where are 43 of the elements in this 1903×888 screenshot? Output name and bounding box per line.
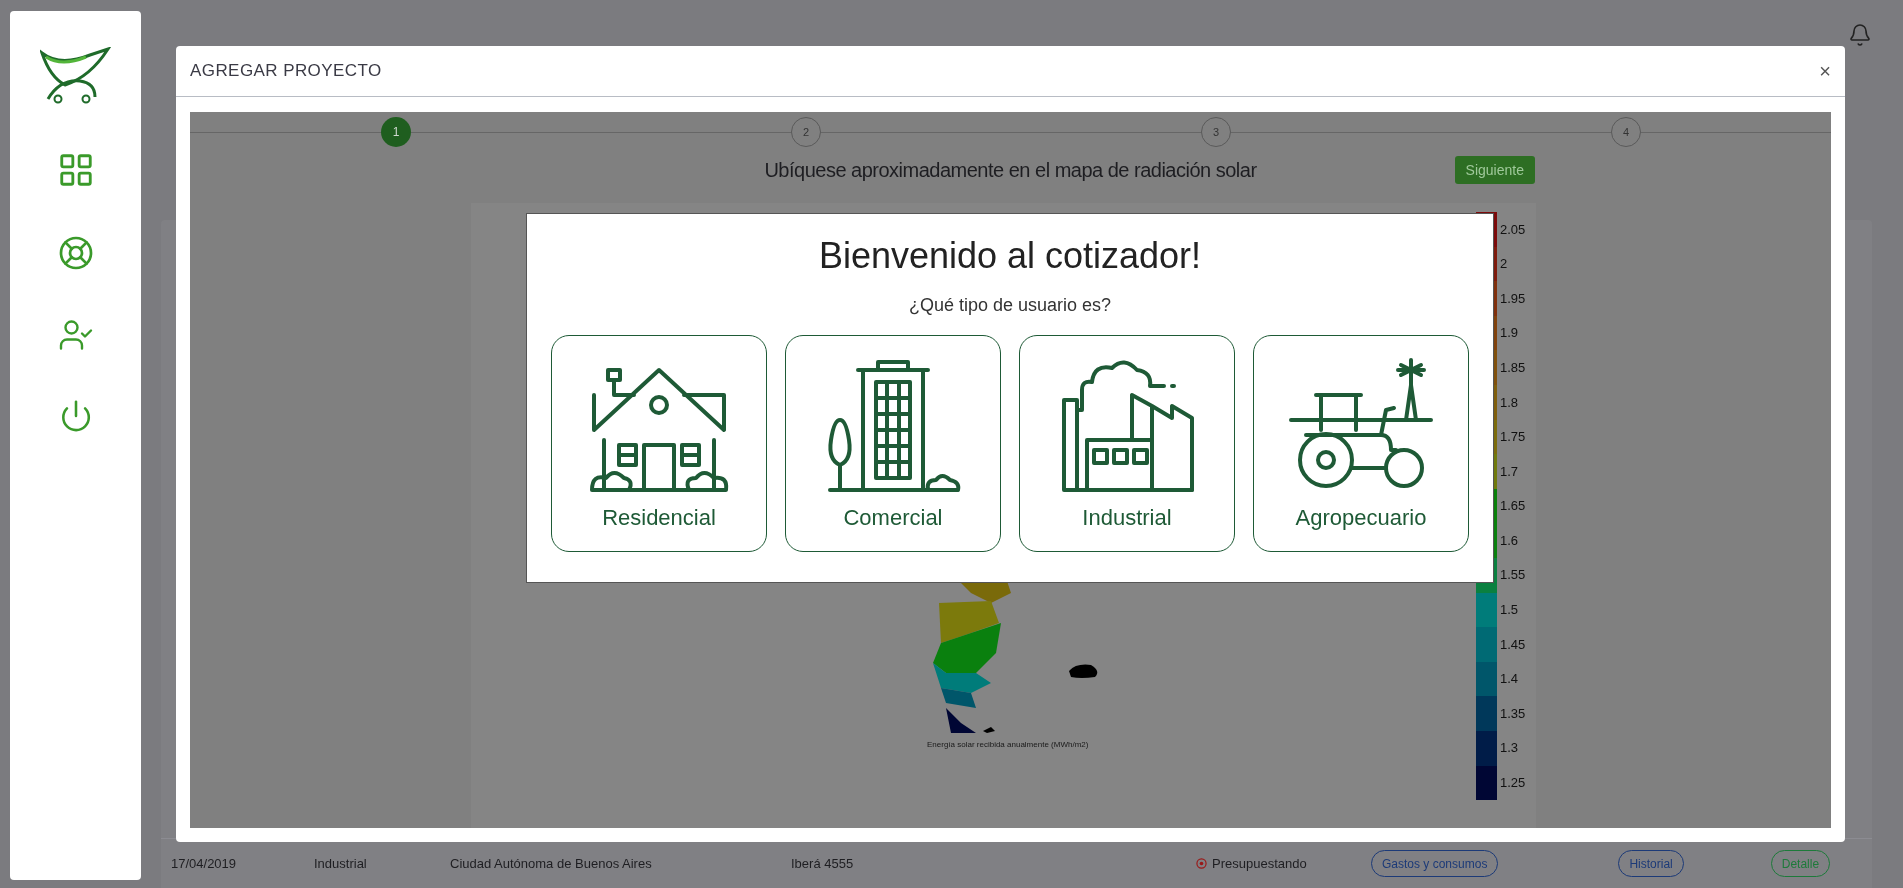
step-heading: Ubíquese aproximadamente en el mapa de radiación solar: [764, 158, 1257, 183]
legend-label: 1.6: [1500, 531, 1519, 550]
step-indicator[interactable]: 3: [1201, 117, 1231, 147]
status-text: Presupuestando: [1212, 854, 1307, 873]
legend-label: 1.7: [1500, 462, 1519, 481]
legend-label: 1.45: [1500, 635, 1526, 654]
next-button[interactable]: Siguiente: [1454, 156, 1535, 184]
legend-label: 2: [1500, 255, 1508, 274]
legend-label: 1.4: [1500, 670, 1519, 689]
table-cell: Iberá 4555: [791, 855, 854, 871]
user-check-icon[interactable]: [57, 317, 94, 353]
legend-label: 1.25: [1500, 774, 1526, 793]
legend-label: 1.75: [1500, 428, 1526, 447]
user-type-card[interactable]: Agropecuario: [1253, 335, 1469, 552]
user-type-card[interactable]: Residencial: [551, 335, 767, 552]
status-icon: [1196, 858, 1207, 869]
step-indicator[interactable]: 4: [1611, 117, 1641, 147]
table-cell: Ciudad Autónoma de Buenos Aires: [450, 855, 652, 871]
legend-label: 1.55: [1500, 566, 1526, 585]
legend-label: 1.65: [1500, 497, 1526, 516]
notification-bell-icon[interactable]: [1848, 23, 1872, 47]
legend-label: 1.5: [1500, 601, 1519, 620]
legend-label: 2.05: [1500, 220, 1526, 239]
map-caption: Energía solar recibida anualmente (MWh/m2): [927, 739, 1089, 751]
welcome-title: Bienvenido al cotizador!: [818, 234, 1202, 278]
user-type-card[interactable]: Comercial: [785, 335, 1001, 552]
close-button[interactable]: ×: [1819, 61, 1831, 81]
lifebuoy-icon[interactable]: [57, 235, 94, 271]
legend-label: 1.3: [1500, 739, 1519, 758]
welcome-question: ¿Qué tipo de usuario es?: [908, 294, 1112, 317]
logo-icon: [39, 47, 112, 105]
legend-label: 1.35: [1500, 704, 1526, 723]
legend-label: 1.95: [1500, 289, 1526, 308]
step-indicator[interactable]: 2: [791, 117, 821, 147]
step-indicator[interactable]: 1: [381, 117, 411, 147]
table-cell: Industrial: [314, 855, 367, 871]
legend-label: 1.85: [1500, 358, 1526, 377]
legend-label: 1.9: [1500, 324, 1519, 343]
legend-label: 1.8: [1500, 393, 1519, 412]
user-type-card[interactable]: Industrial: [1019, 335, 1235, 552]
modal-title: AGREGAR PROYECTO: [190, 60, 382, 83]
table-cell: 17/04/2019: [171, 855, 237, 871]
solar-map[interactable]: [471, 203, 1536, 828]
